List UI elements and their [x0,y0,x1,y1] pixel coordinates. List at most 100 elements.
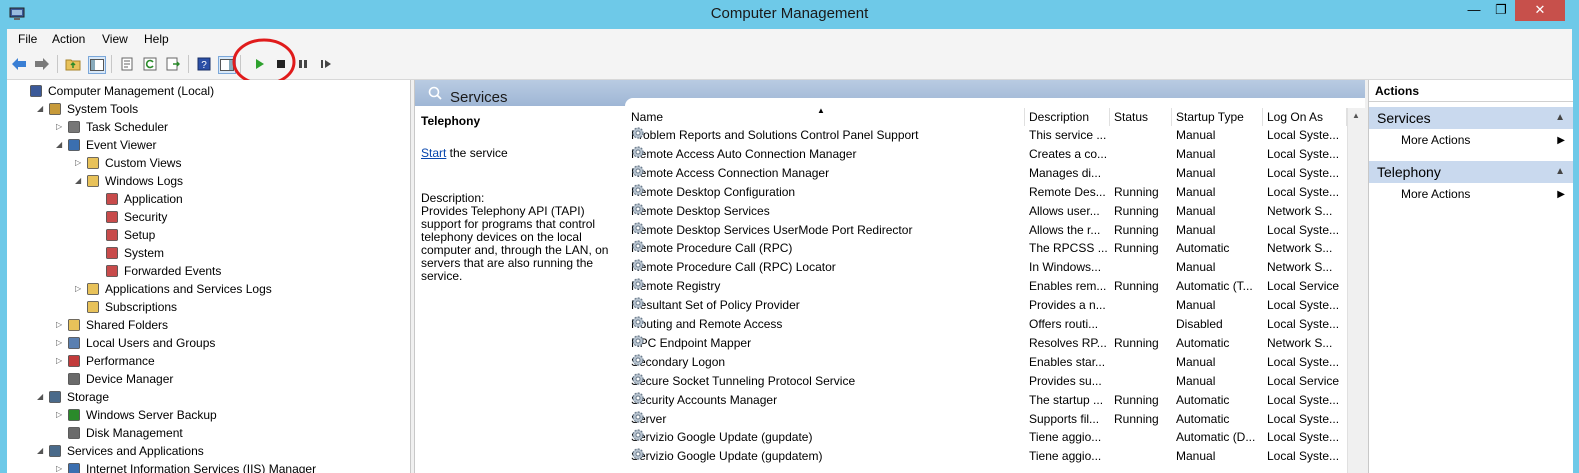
show-hide-console-tree-icon[interactable] [88,56,106,74]
tree-item[interactable]: Disk Management [67,424,183,442]
tree-item[interactable]: ▷ Custom Views [75,154,181,172]
tree-item[interactable]: System [105,244,164,262]
service-row[interactable]: Remote Desktop Services UserMode Port Re… [627,221,1347,240]
service-startup: Manual [1176,449,1216,464]
service-description: The startup ... [1029,392,1104,407]
services-panel: Services Telephony Start the service Des… [414,80,1365,473]
service-gear-icon [631,126,645,140]
tree-item-label: Forwarded Events [124,264,222,278]
service-row[interactable]: Security Accounts Manager The startup ...… [627,391,1347,410]
tree-item[interactable]: Computer Management (Local) [29,82,214,100]
properties-icon[interactable] [119,56,135,72]
tree-item[interactable]: ◢ Windows Logs [75,172,183,190]
column-header-startup-type[interactable]: Startup Type [1172,108,1263,126]
close-button[interactable]: ✕ [1515,0,1565,21]
expander-icon[interactable]: ◢ [37,442,43,460]
expander-icon[interactable]: ◢ [37,100,43,118]
column-header-description[interactable]: Description [1025,108,1110,126]
service-gear-icon [631,334,645,348]
more-actions-telephony[interactable]: More Actions [1401,185,1470,203]
scroll-up-icon[interactable]: ▲ [1352,111,1360,120]
users-icon [67,336,81,350]
tree-item[interactable]: ▷ Windows Server Backup [56,406,217,424]
expander-icon[interactable]: ▷ [56,352,62,370]
service-row[interactable]: Remote Access Auto Connection Manager Cre… [627,145,1347,164]
export-list-icon[interactable] [165,56,181,72]
tree-item[interactable]: Forwarded Events [105,262,221,280]
restart-service-icon[interactable] [318,56,334,72]
tree-item[interactable]: ▷ Applications and Services Logs [75,280,272,298]
tree-item[interactable]: ▷ Shared Folders [56,316,168,334]
service-row[interactable]: Remote Access Connection Manager Manages … [627,164,1347,183]
service-row[interactable]: Secure Socket Tunneling Protocol Service… [627,372,1347,391]
expander-icon[interactable]: ▷ [56,406,62,424]
service-row[interactable]: Remote Procedure Call (RPC) The RPCSS ...… [627,239,1347,258]
service-gear-icon [631,277,645,291]
service-row[interactable]: Resultant Set of Policy Provider Provides… [627,296,1347,315]
menu-view[interactable]: View [102,32,128,46]
column-header-status[interactable]: Status [1110,108,1172,126]
start-service-link[interactable]: Start [421,146,446,160]
tree-item[interactable]: Security [105,208,167,226]
tree-item[interactable]: Application [105,190,183,208]
service-row[interactable]: Servizio Google Update (gupdatem) Tiene a… [627,447,1347,466]
tree-item[interactable]: ▷ Internet Information Services (IIS) Man… [56,460,316,473]
collapse-icon[interactable]: ▲ [1555,161,1565,183]
actions-group-services[interactable]: Services ▲ [1369,107,1573,129]
service-logon: Local Syste... [1267,165,1340,180]
expander-icon[interactable]: ▷ [56,316,62,334]
expander-icon[interactable]: ▷ [75,280,81,298]
actions-group-telephony[interactable]: Telephony ▲ [1369,161,1573,183]
service-name: Server [631,410,1025,429]
minimize-button[interactable]: — [1461,0,1487,21]
expander-icon[interactable]: ▷ [56,334,62,352]
more-actions-services[interactable]: More Actions [1401,131,1470,149]
help-icon[interactable]: ? [196,56,212,72]
service-row[interactable]: Remote Registry Enables rem... Running Auto… [627,277,1347,296]
tree-item[interactable]: ◢ Storage [37,388,109,406]
tree-item[interactable]: ▷ Local Users and Groups [56,334,215,352]
tree-item[interactable]: ◢ System Tools [37,100,138,118]
services-scrollbar[interactable]: ▲ [1347,108,1365,473]
service-row[interactable]: Problem Reports and Solutions Control Pa… [627,126,1347,145]
menu-action[interactable]: Action [52,32,85,46]
restore-button[interactable]: ❐ [1488,0,1514,21]
tree-item[interactable]: ▷ Task Scheduler [56,118,168,136]
service-row[interactable]: Servizio Google Update (gupdate) Tiene ag… [627,428,1347,447]
back-arrow-icon[interactable] [11,56,27,72]
service-row[interactable]: Secondary Logon Enables star... Manual Loca… [627,353,1347,372]
service-row[interactable]: Remote Procedure Call (RPC) Locator In Wi… [627,258,1347,277]
service-name: Remote Procedure Call (RPC) [631,239,1025,258]
menu-help[interactable]: Help [144,32,169,46]
expander-icon[interactable]: ▷ [75,154,81,172]
tree-item[interactable]: ▷ Performance [56,352,155,370]
tree-item[interactable]: ◢ Event Viewer [56,136,156,154]
collapse-icon[interactable]: ▲ [1555,107,1565,129]
service-row[interactable]: Server Supports fil... Running Automatic Loc… [627,410,1347,429]
expander-icon[interactable]: ◢ [75,172,81,190]
column-header-log-on-as[interactable]: Log On As [1263,108,1347,126]
submenu-arrow-icon: ▶ [1557,135,1565,146]
pause-service-icon[interactable] [295,56,311,72]
tree-item[interactable]: ◢ Services and Applications [37,442,204,460]
expander-icon[interactable]: ▷ [56,118,62,136]
menu-file[interactable]: File [18,32,37,46]
service-row[interactable]: Remote Desktop Services Allows user... Run… [627,202,1347,221]
tree-item[interactable]: Device Manager [67,370,173,388]
refresh-icon[interactable] [142,56,158,72]
folder-icon [86,156,100,170]
service-row[interactable]: RPC Endpoint Mapper Resolves RP... Running… [627,334,1347,353]
start-service-suffix: the service [446,146,508,160]
service-status: Running [1114,392,1159,407]
service-row[interactable]: Remote Desktop Configuration Remote Des..… [627,183,1347,202]
expander-icon[interactable]: ▷ [56,460,62,473]
expander-icon[interactable]: ◢ [56,136,62,154]
service-row[interactable]: Routing and Remote Access Offers routi...… [627,315,1347,334]
up-folder-icon[interactable] [65,56,81,72]
tree-item[interactable]: Subscriptions [86,298,177,316]
column-header-name[interactable]: Name ▲ [627,106,1025,126]
forward-arrow-icon[interactable] [34,56,50,72]
tree-item[interactable]: Setup [105,226,155,244]
service-name: RPC Endpoint Mapper [631,334,1025,353]
expander-icon[interactable]: ◢ [37,388,43,406]
